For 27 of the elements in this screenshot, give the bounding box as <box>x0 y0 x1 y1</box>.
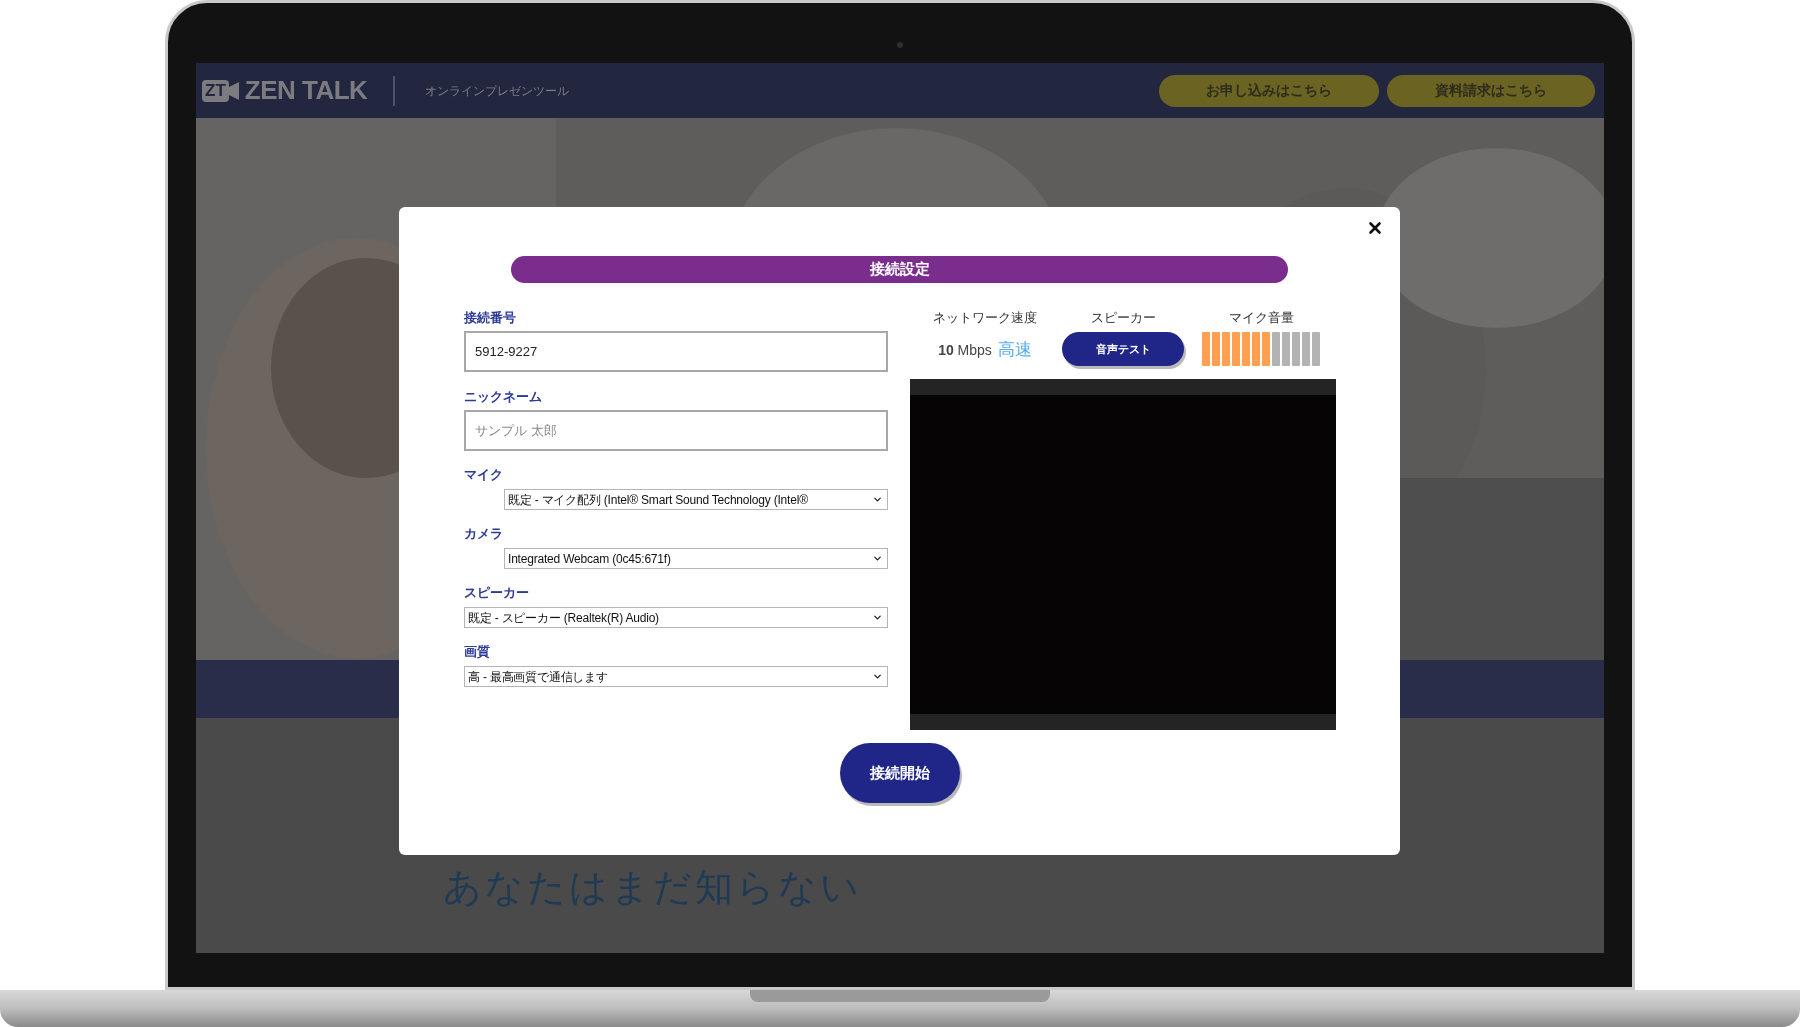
chevron-icon <box>872 671 883 682</box>
column-label: スピーカー <box>1090 309 1156 327</box>
column-label: マイク音量 <box>1228 309 1294 327</box>
speed-rating: 高速 <box>997 339 1032 361</box>
start-button[interactable]: 接続開始 <box>839 743 960 803</box>
field-label: ニックネーム <box>464 388 543 406</box>
field-label: カメラ <box>464 525 504 543</box>
close-icon <box>1366 219 1384 237</box>
tagline: オンラインプレゼンツール <box>425 82 570 100</box>
dropdown[interactable]: 既定 - スピーカー (Realtek(R) Audio) <box>464 607 888 628</box>
network-speed: 10 Mbps <box>938 341 992 360</box>
field-label: マイク <box>464 466 504 484</box>
field-label: 接続番号 <box>464 309 517 327</box>
dropdown[interactable]: 高 - 最高画質で通信します <box>464 666 888 687</box>
sound-test-button[interactable]: 音声テスト <box>1062 332 1184 366</box>
text-field[interactable]: 5912-9227 <box>464 331 888 372</box>
chevron-icon <box>872 553 883 564</box>
text-field[interactable]: サンプル 太郎 <box>464 410 888 451</box>
dropdown[interactable]: 既定 - マイク配列 (Intel® Smart Sound Technology (Intel® <box>504 489 888 510</box>
logo-text: ZEN TALK <box>244 74 368 107</box>
dropdown[interactable]: Integrated Webcam (0c45:671f) <box>504 548 888 569</box>
chevron-icon <box>872 612 883 623</box>
chevron-icon <box>872 494 883 505</box>
field-label: スピーカー <box>464 584 530 602</box>
field-label: 画質 <box>464 643 491 661</box>
column-label: ネットワーク速度 <box>933 309 1037 327</box>
dialog-title: 接続設定 <box>511 256 1288 283</box>
